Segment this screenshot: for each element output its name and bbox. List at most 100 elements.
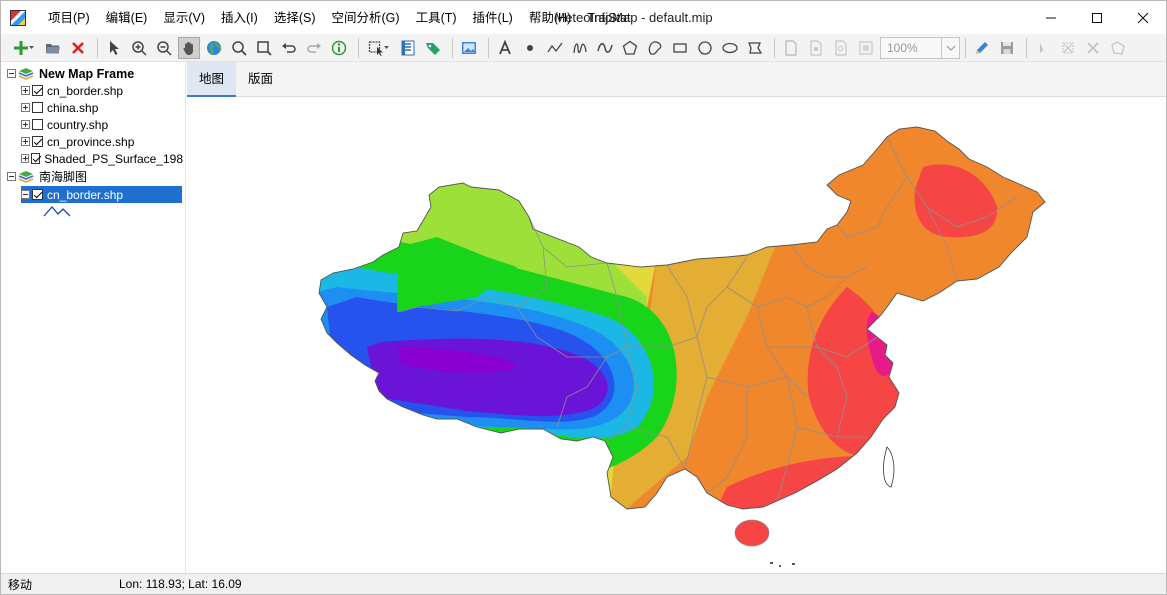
map-frame-label: New Map Frame xyxy=(39,66,135,81)
select-features-button[interactable] xyxy=(364,37,394,59)
curve-icon xyxy=(597,42,613,53)
expand-toggle[interactable] xyxy=(21,103,30,112)
fit-page-button[interactable] xyxy=(855,37,877,59)
draw-text-button[interactable] xyxy=(494,37,516,59)
layer-item-cn-province[interactable]: cn_province.shp xyxy=(21,133,134,150)
toolbar-separator xyxy=(965,37,966,58)
menu-spatial-analysis[interactable]: 空间分析(G) xyxy=(324,6,408,30)
delete-feature-button[interactable] xyxy=(1082,37,1104,59)
undo-icon xyxy=(282,42,296,53)
china-shaded-surface-map xyxy=(318,126,1046,567)
edit-shape-button[interactable] xyxy=(1107,37,1129,59)
menu-help[interactable]: 帮助(H) xyxy=(521,6,579,30)
magnifier-button[interactable] xyxy=(228,37,250,59)
minimize-button[interactable] xyxy=(1028,1,1074,34)
redo-button[interactable] xyxy=(303,37,325,59)
add-layer-button[interactable] xyxy=(9,37,39,59)
menu-tools[interactable]: 工具(T) xyxy=(408,6,465,30)
layer-label: cn_province.shp xyxy=(47,134,135,149)
title-bar: 项目(P) 编辑(E) 显示(V) 插入(I) 选择(S) 空间分析(G) 工具… xyxy=(1,1,1166,34)
draw-freehand-line-button[interactable] xyxy=(569,37,591,59)
layer-item-china[interactable]: china.shp xyxy=(21,99,98,116)
menu-insert[interactable]: 插入(I) xyxy=(213,6,266,30)
layer-visibility-checkbox[interactable] xyxy=(32,102,43,113)
zoom-in-button[interactable] xyxy=(128,37,150,59)
layer-item-shaded-surface[interactable]: Shaded_PS_Surface_198 xyxy=(21,150,183,167)
tab-map[interactable]: 地图 xyxy=(187,62,237,97)
polyline-icon xyxy=(547,42,563,52)
edit-select-button[interactable] xyxy=(1032,37,1054,59)
draw-circle-button[interactable] xyxy=(694,37,716,59)
insert-image-button[interactable] xyxy=(458,37,480,59)
draw-polyline-button[interactable] xyxy=(544,37,566,59)
zoom-box-button[interactable] xyxy=(253,37,275,59)
layer-visibility-checkbox[interactable] xyxy=(32,119,43,130)
layer-visibility-checkbox[interactable] xyxy=(30,153,41,164)
zoom-combobox[interactable]: 100% xyxy=(880,36,960,59)
save-edits-button[interactable] xyxy=(996,37,1018,59)
pan-tool-button[interactable] xyxy=(178,36,200,59)
layer-visibility-checkbox[interactable] xyxy=(32,189,43,200)
map-view[interactable] xyxy=(187,97,1166,573)
edit-mode-button[interactable] xyxy=(971,37,993,59)
undo-button[interactable] xyxy=(278,37,300,59)
edit-vertices-button[interactable] xyxy=(1057,37,1079,59)
zoom-out-button[interactable] xyxy=(153,37,175,59)
menu-trajstat[interactable]: TrajStat xyxy=(579,6,638,30)
open-project-button[interactable] xyxy=(42,37,64,59)
maximize-button[interactable] xyxy=(1074,1,1120,34)
redo-icon xyxy=(307,42,321,53)
collapse-toggle[interactable] xyxy=(7,172,16,181)
page-setup-icon xyxy=(810,39,822,56)
edit-pencil-icon xyxy=(976,41,988,54)
rectangle-icon xyxy=(673,42,687,53)
menu-select[interactable]: 选择(S) xyxy=(266,6,324,30)
vertices-icon xyxy=(1062,42,1074,53)
draw-ellipse-button[interactable] xyxy=(719,37,741,59)
identify-button[interactable] xyxy=(328,37,350,59)
menu-view[interactable]: 显示(V) xyxy=(155,6,213,30)
menu-edit[interactable]: 编辑(E) xyxy=(98,6,156,30)
chevron-down-icon[interactable] xyxy=(941,37,959,58)
curve-polygon-icon xyxy=(648,40,662,55)
map-frame-new-map-frame[interactable]: New Map Frame xyxy=(7,65,134,82)
draw-curve-button[interactable] xyxy=(594,37,616,59)
layer-item-south-sea-cn-border[interactable]: cn_border.shp xyxy=(21,186,182,203)
edit-select-arrow-icon xyxy=(1040,42,1045,54)
menu-project[interactable]: 项目(P) xyxy=(40,6,98,30)
page-setup-button[interactable] xyxy=(805,37,827,59)
save-icon xyxy=(1001,41,1013,54)
full-extent-button[interactable] xyxy=(203,37,225,59)
layer-item-cn-border[interactable]: cn_border.shp xyxy=(21,82,123,99)
draw-freehand-polygon-button[interactable] xyxy=(744,37,766,59)
close-button[interactable] xyxy=(1120,1,1166,34)
draw-polygon-button[interactable] xyxy=(619,37,641,59)
toolbar-separator xyxy=(358,37,359,58)
attribute-table-button[interactable] xyxy=(397,37,419,59)
label-button[interactable] xyxy=(422,37,444,59)
tab-layout[interactable]: 版面 xyxy=(236,62,285,97)
select-tool-button[interactable] xyxy=(103,37,125,59)
toolbar-separator xyxy=(97,37,98,58)
expand-toggle[interactable] xyxy=(21,86,30,95)
layer-label: cn_border.shp xyxy=(47,83,124,98)
map-frame-south-sea[interactable]: 南海脚图 xyxy=(7,168,87,185)
menu-plugins[interactable]: 插件(L) xyxy=(465,6,521,30)
collapse-toggle[interactable] xyxy=(21,190,30,199)
expand-toggle[interactable] xyxy=(21,120,30,129)
draw-curve-polygon-button[interactable] xyxy=(644,37,666,59)
expand-toggle[interactable] xyxy=(21,154,29,163)
page-zoom-button[interactable] xyxy=(830,37,852,59)
zoom-box-icon xyxy=(257,40,272,56)
draw-rectangle-button[interactable] xyxy=(669,37,691,59)
collapse-toggle[interactable] xyxy=(7,69,16,78)
draw-point-button[interactable] xyxy=(519,37,541,59)
layer-visibility-checkbox[interactable] xyxy=(32,136,43,147)
zoom-in-icon xyxy=(132,40,147,56)
layer-visibility-checkbox[interactable] xyxy=(32,85,43,96)
new-layout-page-button[interactable] xyxy=(780,37,802,59)
remove-layer-button[interactable] xyxy=(67,37,89,59)
south-sea-islands xyxy=(770,562,795,567)
expand-toggle[interactable] xyxy=(21,137,30,146)
layer-item-country[interactable]: country.shp xyxy=(21,116,108,133)
